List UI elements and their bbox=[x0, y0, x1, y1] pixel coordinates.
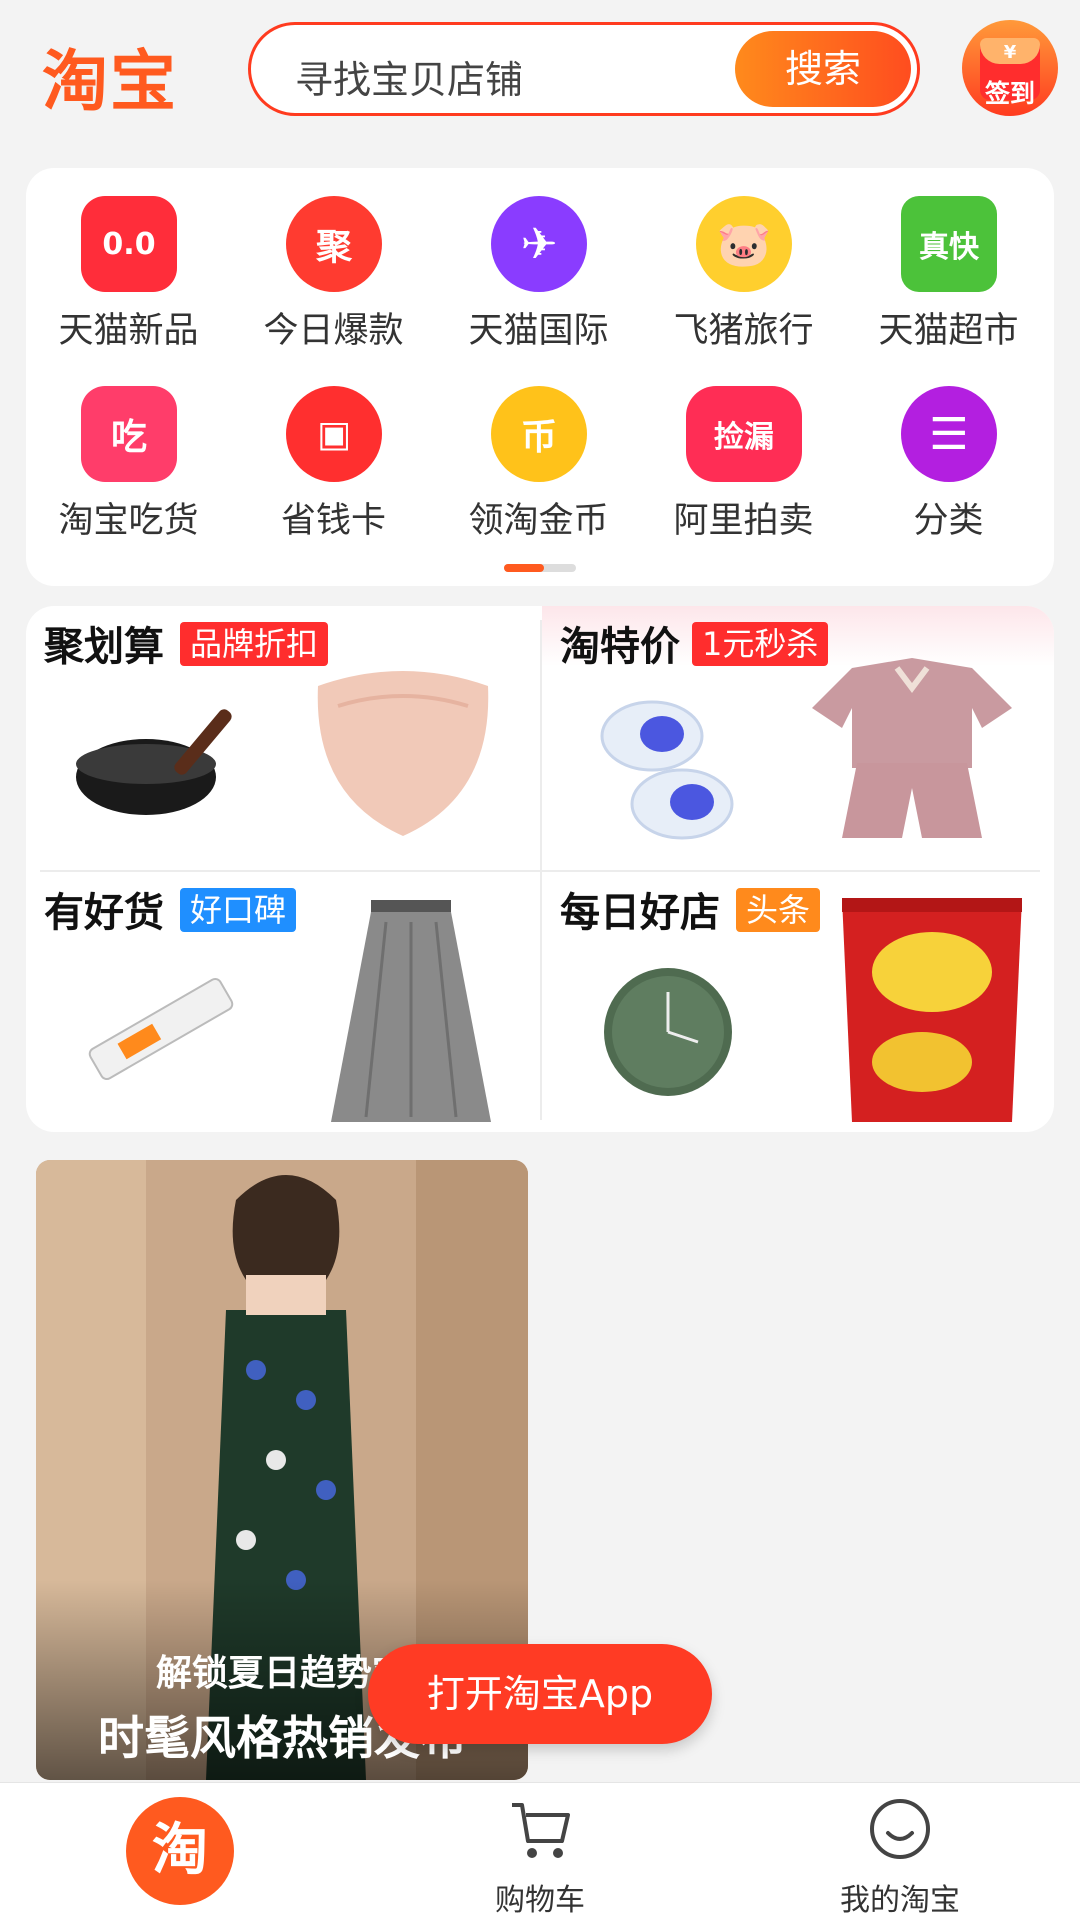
chips-bag-image bbox=[842, 898, 1022, 1122]
tmall-cat-icon: 0.0 bbox=[81, 196, 177, 292]
clock-image bbox=[604, 968, 732, 1096]
grid-item-auction[interactable]: 捡漏 阿里拍卖 bbox=[641, 368, 846, 548]
promo-title: 每日好店 bbox=[560, 890, 720, 936]
grid-item-label: 领淘金币 bbox=[468, 501, 609, 541]
promo-title: 聚划算 bbox=[44, 624, 164, 670]
promo-taotejia[interactable]: 淘特价 1元秒杀 bbox=[542, 606, 1054, 870]
channel-grid: 0.0 天猫新品 聚 今日爆款 ✈ 天猫国际 🐷 飞猪旅行 真快 天猫超市 吃 … bbox=[26, 168, 1054, 586]
bottom-tab-bar: 淘 购物车 我的淘宝 bbox=[0, 1782, 1080, 1921]
grid-item-label: 阿里拍卖 bbox=[673, 501, 814, 541]
yen-mark: ¥ bbox=[1003, 42, 1017, 63]
search-bar[interactable]: 寻找宝贝店铺 搜索 bbox=[248, 22, 920, 116]
promo-daily-shop[interactable]: 每日好店 头条 bbox=[542, 872, 1054, 1132]
cart-icon bbox=[512, 1803, 570, 1858]
grid-item-saving-card[interactable]: ▣ 省钱卡 bbox=[231, 368, 436, 548]
eat-icon: 吃 bbox=[81, 386, 177, 482]
grid-item-category[interactable]: ☰ 分类 bbox=[846, 368, 1051, 548]
menu-icon: ☰ bbox=[901, 386, 997, 482]
flame-icon: 聚 bbox=[286, 196, 382, 292]
page-indicator-active bbox=[504, 564, 544, 572]
plane-planet-icon: ✈ bbox=[491, 196, 587, 292]
bargain-icon: 捡漏 bbox=[686, 386, 802, 482]
promo-youhaohuo[interactable]: 有好货 好口碑 bbox=[26, 872, 540, 1132]
grid-item-fliggy[interactable]: 🐷 飞猪旅行 bbox=[641, 178, 846, 358]
wallet-icon: ▣ bbox=[286, 386, 382, 482]
grid-item-label: 天猫超市 bbox=[878, 311, 1019, 351]
supermarket-icon: 真快 bbox=[901, 196, 997, 292]
coin-icon: 币 bbox=[491, 386, 587, 482]
promo-section: 聚划算 品牌折扣 淘特价 1元秒杀 有好货 好口碑 每日好店 头条 bbox=[26, 606, 1054, 1132]
red-envelope-icon: ¥ 签到 bbox=[980, 38, 1040, 108]
mine-label: 我的淘宝 bbox=[840, 1883, 960, 1918]
signin-button[interactable]: ¥ 签到 bbox=[962, 20, 1058, 116]
taobao-home-icon: 淘 bbox=[152, 1818, 208, 1883]
cart-label: 购物车 bbox=[495, 1883, 585, 1918]
search-input[interactable]: 寻找宝贝店铺 bbox=[295, 49, 523, 104]
grid-item-label: 分类 bbox=[913, 501, 984, 541]
promo-tag: 1元秒杀 bbox=[692, 622, 829, 666]
grid-item-gold-coin[interactable]: 币 领淘金币 bbox=[436, 368, 641, 548]
taobao-logo[interactable]: 淘宝 bbox=[42, 28, 178, 124]
search-button[interactable]: 搜索 bbox=[735, 31, 911, 107]
grid-item-label: 淘宝吃货 bbox=[58, 501, 199, 541]
grid-item-label: 飞猪旅行 bbox=[673, 311, 814, 351]
grid-item-tmall-new[interactable]: 0.0 天猫新品 bbox=[26, 178, 231, 358]
promo-title: 淘特价 bbox=[560, 624, 680, 670]
mine-tab[interactable]: 我的淘宝 bbox=[810, 1797, 990, 1918]
top-header: 淘宝 寻找宝贝店铺 搜索 ¥ 签到 bbox=[0, 0, 1080, 150]
grid-item-label: 天猫国际 bbox=[468, 311, 609, 351]
grid-item-tmall-supermarket[interactable]: 真快 天猫超市 bbox=[846, 178, 1051, 358]
grid-item-tmall-global[interactable]: ✈ 天猫国际 bbox=[436, 178, 641, 358]
heel-pad-image bbox=[600, 700, 734, 840]
promo-title: 有好货 bbox=[44, 890, 164, 936]
grid-item-label: 省钱卡 bbox=[280, 501, 386, 541]
skirt-image bbox=[331, 900, 491, 1122]
home-tab[interactable]: 淘 bbox=[126, 1797, 234, 1905]
grid-item-label: 今日爆款 bbox=[263, 311, 404, 351]
open-app-button[interactable]: 打开淘宝App bbox=[368, 1644, 712, 1744]
promo-tag: 好口碑 bbox=[180, 888, 297, 932]
pig-icon: 🐷 bbox=[696, 196, 792, 292]
stationery-image bbox=[88, 977, 234, 1081]
grid-item-foodie[interactable]: 吃 淘宝吃货 bbox=[26, 368, 231, 548]
cart-tab[interactable]: 购物车 bbox=[450, 1797, 630, 1918]
wok-image bbox=[76, 709, 232, 815]
promo-juhuasuan[interactable]: 聚划算 品牌折扣 bbox=[26, 606, 540, 870]
pajamas-image bbox=[812, 658, 1012, 838]
grid-item-today-hot[interactable]: 聚 今日爆款 bbox=[231, 178, 436, 358]
signin-label: 签到 bbox=[984, 79, 1035, 108]
promo-tag: 头条 bbox=[736, 888, 821, 932]
grid-item-label: 天猫新品 bbox=[58, 311, 199, 351]
grid-page-indicator bbox=[504, 564, 576, 572]
sun-mask-image bbox=[317, 671, 489, 836]
smile-face-icon bbox=[870, 1799, 930, 1859]
